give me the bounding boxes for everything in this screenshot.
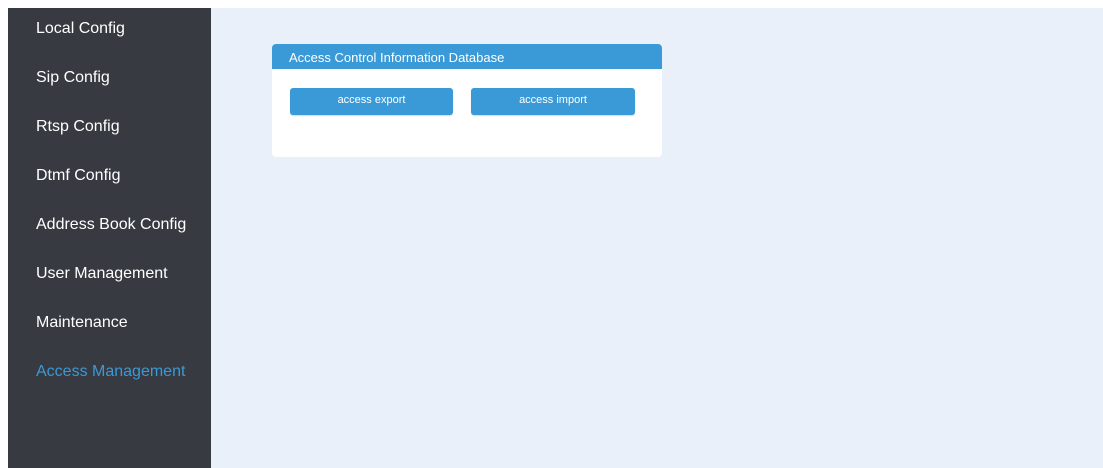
sidebar-item-access-management[interactable]: Access Management (8, 359, 211, 408)
sidebar-item-address-book-config[interactable]: Address Book Config (8, 212, 211, 261)
sidebar-item-local-config[interactable]: Local Config (8, 16, 211, 65)
access-control-panel: Access Control Information Database acce… (272, 44, 662, 157)
sidebar-item-user-management[interactable]: User Management (8, 261, 211, 310)
main-content: Access Control Information Database acce… (211, 8, 1103, 468)
sidebar-item-dtmf-config[interactable]: Dtmf Config (8, 163, 211, 212)
sidebar: Local Config Sip Config Rtsp Config Dtmf… (8, 8, 211, 468)
sidebar-item-rtsp-config[interactable]: Rtsp Config (8, 114, 211, 163)
access-import-button[interactable]: access import (471, 88, 635, 115)
panel-title: Access Control Information Database (272, 44, 662, 69)
sidebar-item-maintenance[interactable]: Maintenance (8, 310, 211, 359)
access-export-button[interactable]: access export (290, 88, 453, 115)
app-frame: Local Config Sip Config Rtsp Config Dtmf… (8, 8, 1103, 468)
sidebar-item-sip-config[interactable]: Sip Config (8, 65, 211, 114)
